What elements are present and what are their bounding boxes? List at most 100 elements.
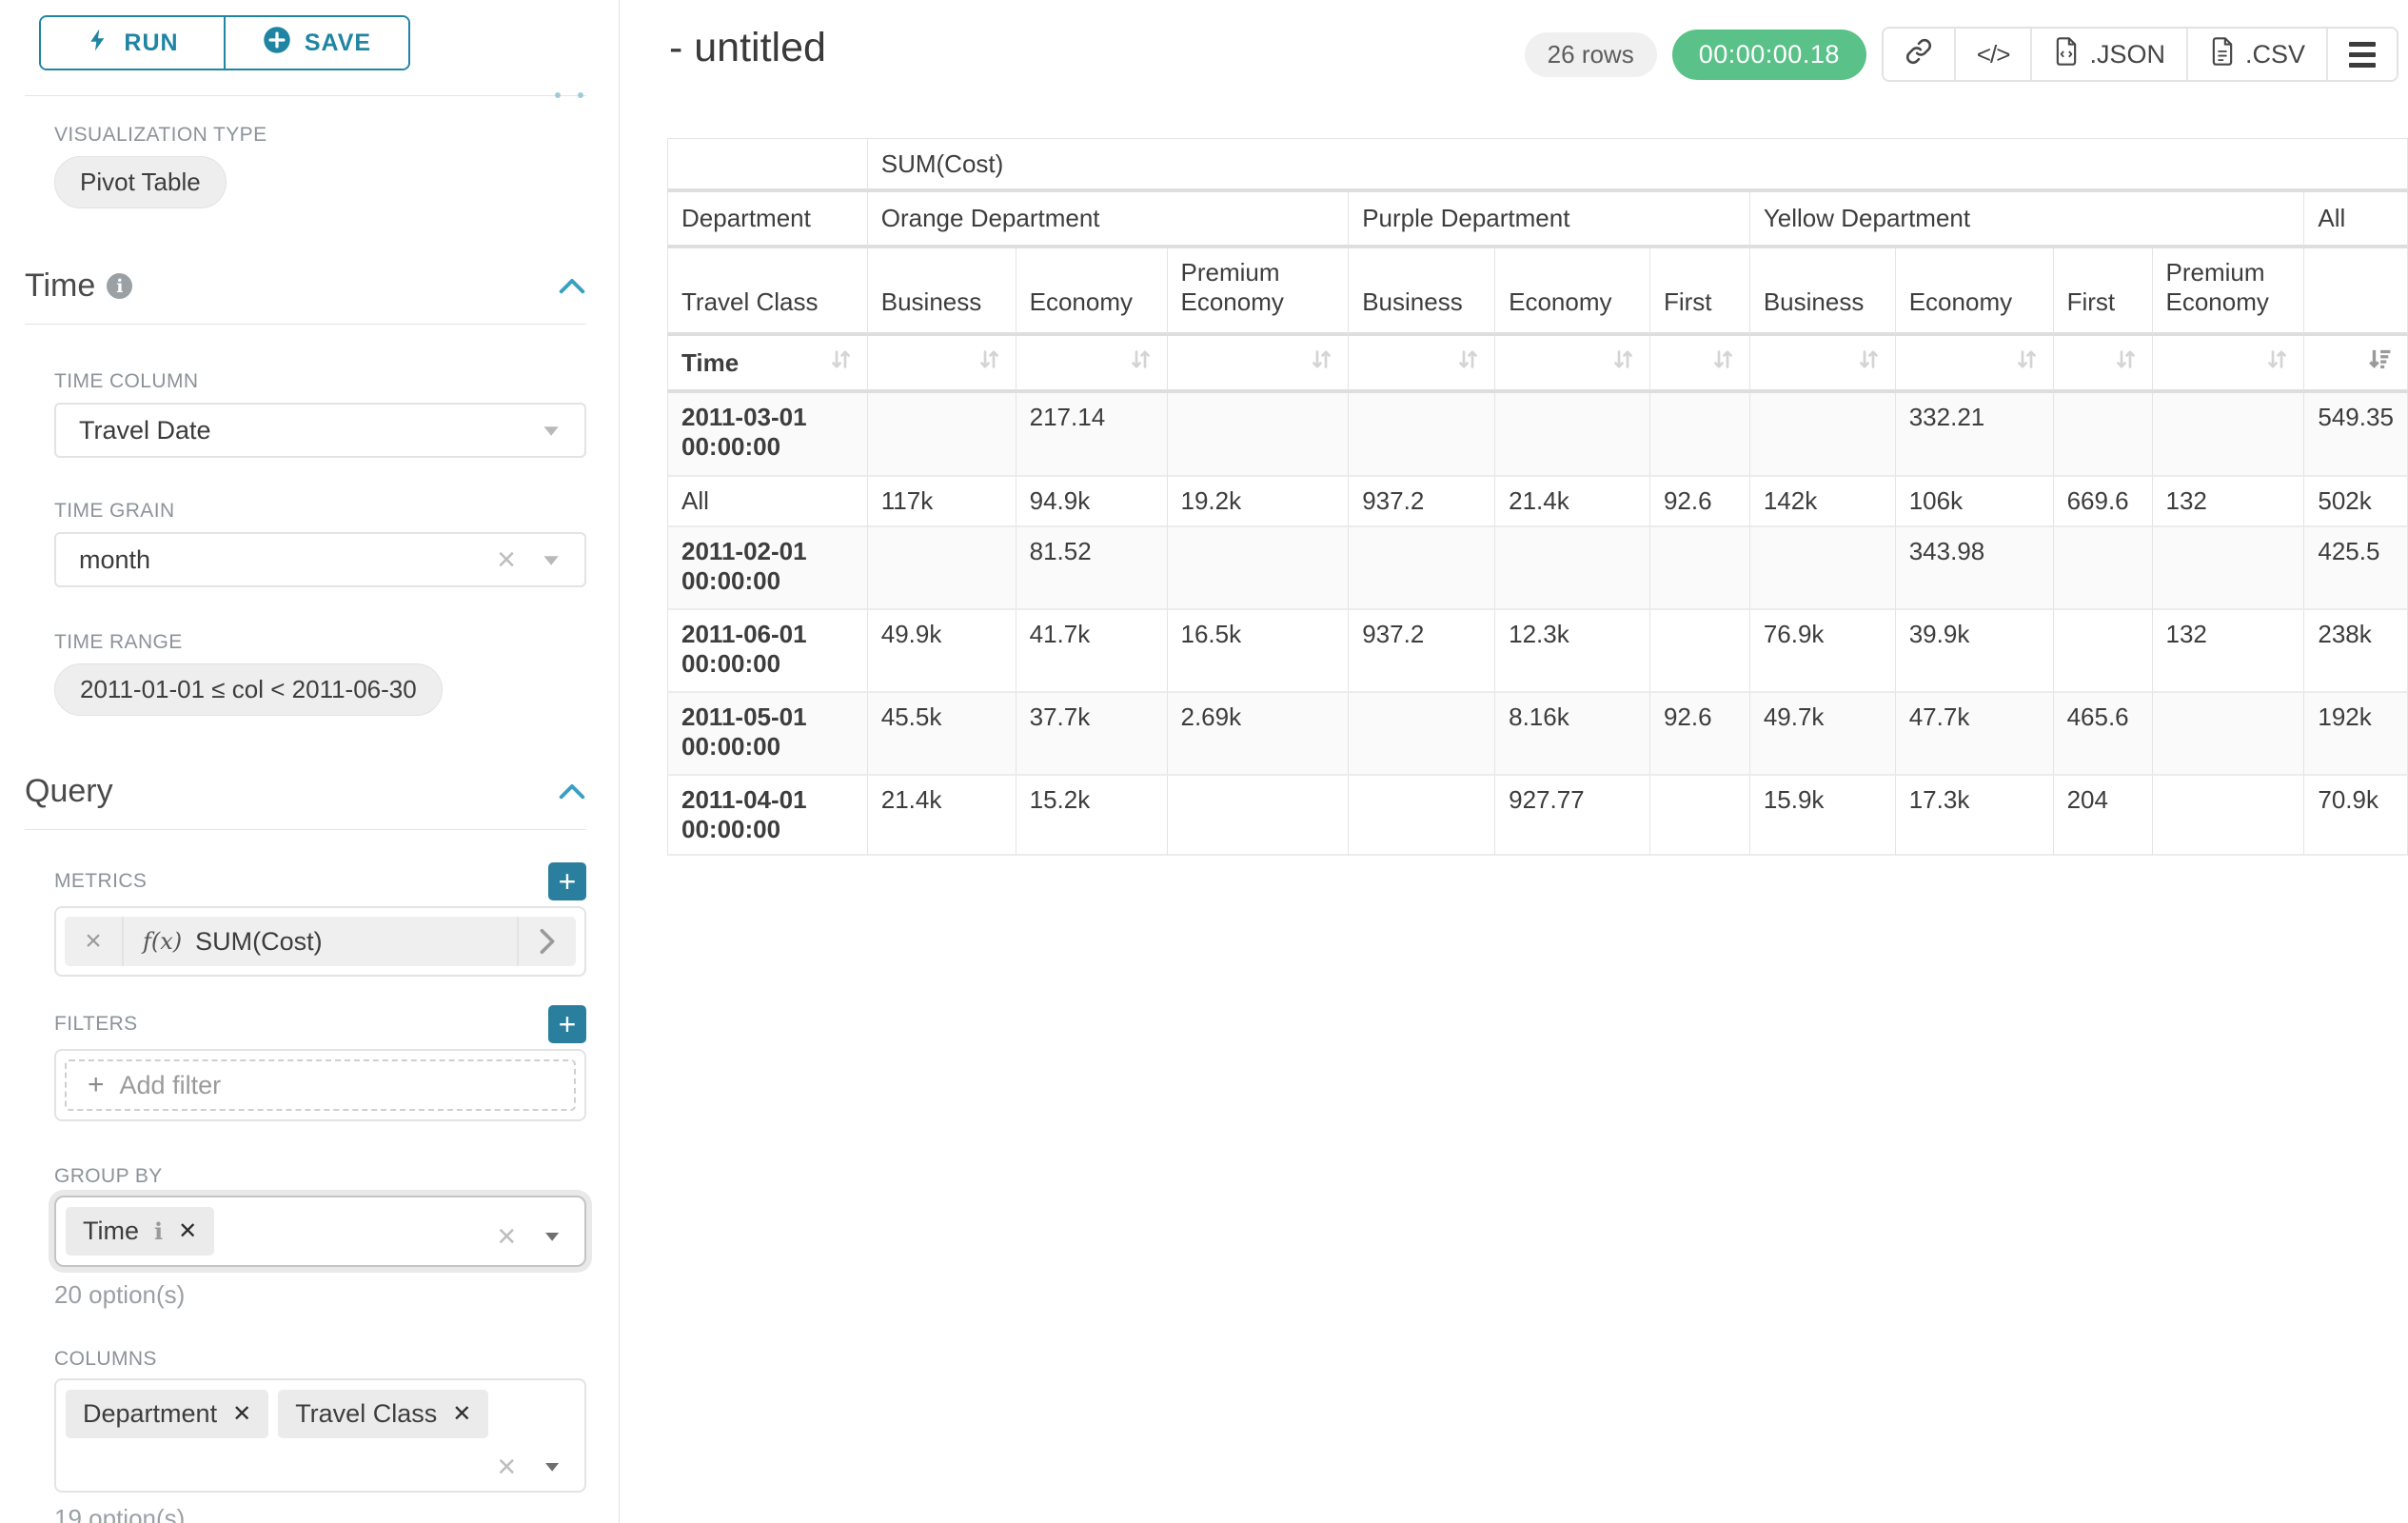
visualization-type-pill[interactable]: Pivot Table xyxy=(54,156,227,208)
add-filter-dropzone[interactable]: + Add filter xyxy=(65,1059,576,1111)
caret-down-icon[interactable]: ▼ xyxy=(541,1228,563,1244)
time-column-select[interactable]: Travel Date ▼ xyxy=(54,403,586,458)
sort-icon[interactable] xyxy=(1309,346,1334,379)
sort-icon[interactable] xyxy=(1128,346,1154,379)
pivot-cell: 502k xyxy=(2304,477,2408,527)
pivot-col-header: Premium Economy xyxy=(1168,248,1350,336)
query-section-title: Query xyxy=(25,773,113,810)
sort-icon[interactable] xyxy=(1710,346,1736,379)
export-json-button[interactable]: .JSON xyxy=(2030,29,2186,80)
remove-tag-icon[interactable]: ✕ xyxy=(452,1400,471,1428)
add-filter-button[interactable]: + xyxy=(548,1005,586,1043)
pivot-sort-cell[interactable] xyxy=(1495,336,1650,393)
pivot-corner-blank xyxy=(667,138,868,192)
pivot-sort-cell[interactable] xyxy=(2153,336,2305,393)
columns-select[interactable]: Department ✕ Travel Class ✕ × ▼ xyxy=(54,1378,586,1493)
time-grain-select[interactable]: month × ▼ xyxy=(54,532,586,587)
json-file-icon xyxy=(2053,36,2080,73)
query-section-header: Query xyxy=(25,773,586,810)
pivot-cell: 117k xyxy=(868,477,1016,527)
pivot-sort-cell[interactable] xyxy=(2304,336,2408,393)
sort-icon[interactable] xyxy=(2014,346,2040,379)
sort-icon[interactable] xyxy=(1610,346,1636,379)
pivot-cell: 12.3k xyxy=(1495,610,1650,693)
remove-metric-icon[interactable]: × xyxy=(65,917,124,966)
pivot-cell xyxy=(1168,393,1350,477)
pivot-cell: 19.2k xyxy=(1168,477,1350,527)
pivot-cell: 8.16k xyxy=(1495,693,1650,776)
columns-tag-department[interactable]: Department ✕ xyxy=(66,1390,268,1438)
columns-tag-label: Travel Class xyxy=(295,1399,437,1429)
chevron-up-icon[interactable] xyxy=(558,773,586,810)
sort-desc-icon[interactable] xyxy=(2366,346,2394,380)
time-section-title: Time xyxy=(25,267,95,305)
pivot-sort-cell[interactable] xyxy=(1750,336,1896,393)
clear-x-icon[interactable]: × xyxy=(497,1220,516,1253)
expand-metric-icon[interactable] xyxy=(517,917,576,966)
pivot-cell xyxy=(868,527,1016,610)
pivot-sort-cell[interactable] xyxy=(2054,336,2153,393)
sort-icon[interactable] xyxy=(1856,346,1882,379)
time-column-label: TIME COLUMN xyxy=(54,370,586,393)
columns-tag-travel-class[interactable]: Travel Class ✕ xyxy=(278,1390,488,1438)
run-button[interactable]: RUN xyxy=(41,17,224,69)
pivot-cell: 70.9k xyxy=(2304,776,2408,856)
pivot-col-header: First xyxy=(1650,248,1750,336)
pivot-cell xyxy=(2153,527,2305,610)
save-button-label: SAVE xyxy=(305,30,371,57)
embed-code-button[interactable]: </> xyxy=(1954,29,2031,80)
panel-resize-handle[interactable] xyxy=(555,92,583,98)
pivot-sort-cell[interactable] xyxy=(1650,336,1750,393)
pivot-sort-cell[interactable] xyxy=(1016,336,1168,393)
pivot-time-sort-header[interactable]: Time xyxy=(667,336,868,393)
time-range-pill[interactable]: 2011-01-01 ≤ col < 2011-06-30 xyxy=(54,663,443,716)
pivot-cell xyxy=(1650,610,1750,693)
remove-tag-icon[interactable]: ✕ xyxy=(232,1400,251,1428)
pivot-cell: 669.6 xyxy=(2054,477,2153,527)
info-i-icon: i xyxy=(154,1217,163,1245)
menu-button[interactable] xyxy=(2326,29,2397,80)
sort-icon[interactable] xyxy=(2113,346,2139,379)
group-by-tag-time[interactable]: Time i ✕ xyxy=(66,1207,214,1256)
caret-down-icon: ▼ xyxy=(539,421,563,439)
pivot-cell: 39.9k xyxy=(1896,610,2054,693)
pivot-sort-cell[interactable] xyxy=(868,336,1016,393)
pivot-cell: 425.5 xyxy=(2304,527,2408,610)
pivot-col-header xyxy=(2304,248,2408,336)
time-grain-value: month xyxy=(79,545,150,575)
control-panel: Chart Type RUN SAVE VISUALIZATION TYPE P… xyxy=(0,0,620,1523)
group-by-select[interactable]: Time i ✕ × ▼ xyxy=(54,1196,586,1267)
pivot-cell: 937.2 xyxy=(1349,610,1495,693)
pivot-cell: 217.14 xyxy=(1016,393,1168,477)
clear-x-icon[interactable]: × xyxy=(497,1451,516,1483)
pivot-cell: 142k xyxy=(1750,477,1896,527)
filters-box: + Add filter xyxy=(54,1049,586,1121)
section-divider xyxy=(25,324,586,325)
sort-icon[interactable] xyxy=(828,346,854,379)
sort-icon[interactable] xyxy=(977,346,1002,379)
pivot-sort-cell[interactable] xyxy=(1896,336,2054,393)
pivot-sort-cell[interactable] xyxy=(1168,336,1350,393)
clear-x-icon[interactable]: × xyxy=(497,544,516,576)
caret-down-icon[interactable]: ▼ xyxy=(541,1458,563,1474)
pivot-row: 2011-06-01 00:00:0049.9k41.7k16.5k937.21… xyxy=(667,610,2408,693)
export-csv-button[interactable]: .CSV xyxy=(2186,29,2326,80)
pivot-cell: 92.6 xyxy=(1650,693,1750,776)
add-metric-button[interactable]: + xyxy=(548,862,586,900)
sort-icon[interactable] xyxy=(2264,346,2290,379)
save-button[interactable]: SAVE xyxy=(224,17,408,69)
remove-tag-icon[interactable]: ✕ xyxy=(178,1217,197,1245)
pivot-row-label: All xyxy=(667,477,868,527)
pivot-cell: 106k xyxy=(1896,477,2054,527)
columns-options-hint: 19 option(s) xyxy=(54,1504,586,1523)
pivot-cell: 21.4k xyxy=(1495,477,1650,527)
copy-link-button[interactable] xyxy=(1884,29,1954,80)
time-range-label: TIME RANGE xyxy=(54,631,586,654)
pivot-cell: 21.4k xyxy=(868,776,1016,856)
pivot-cell: 81.52 xyxy=(1016,527,1168,610)
chevron-up-icon[interactable] xyxy=(558,267,586,305)
sort-icon[interactable] xyxy=(1455,346,1481,379)
pivot-sort-cell[interactable] xyxy=(1349,336,1495,393)
metric-chip[interactable]: × f(x) SUM(Cost) xyxy=(65,917,576,966)
pivot-row-label: 2011-03-01 00:00:00 xyxy=(667,393,868,477)
